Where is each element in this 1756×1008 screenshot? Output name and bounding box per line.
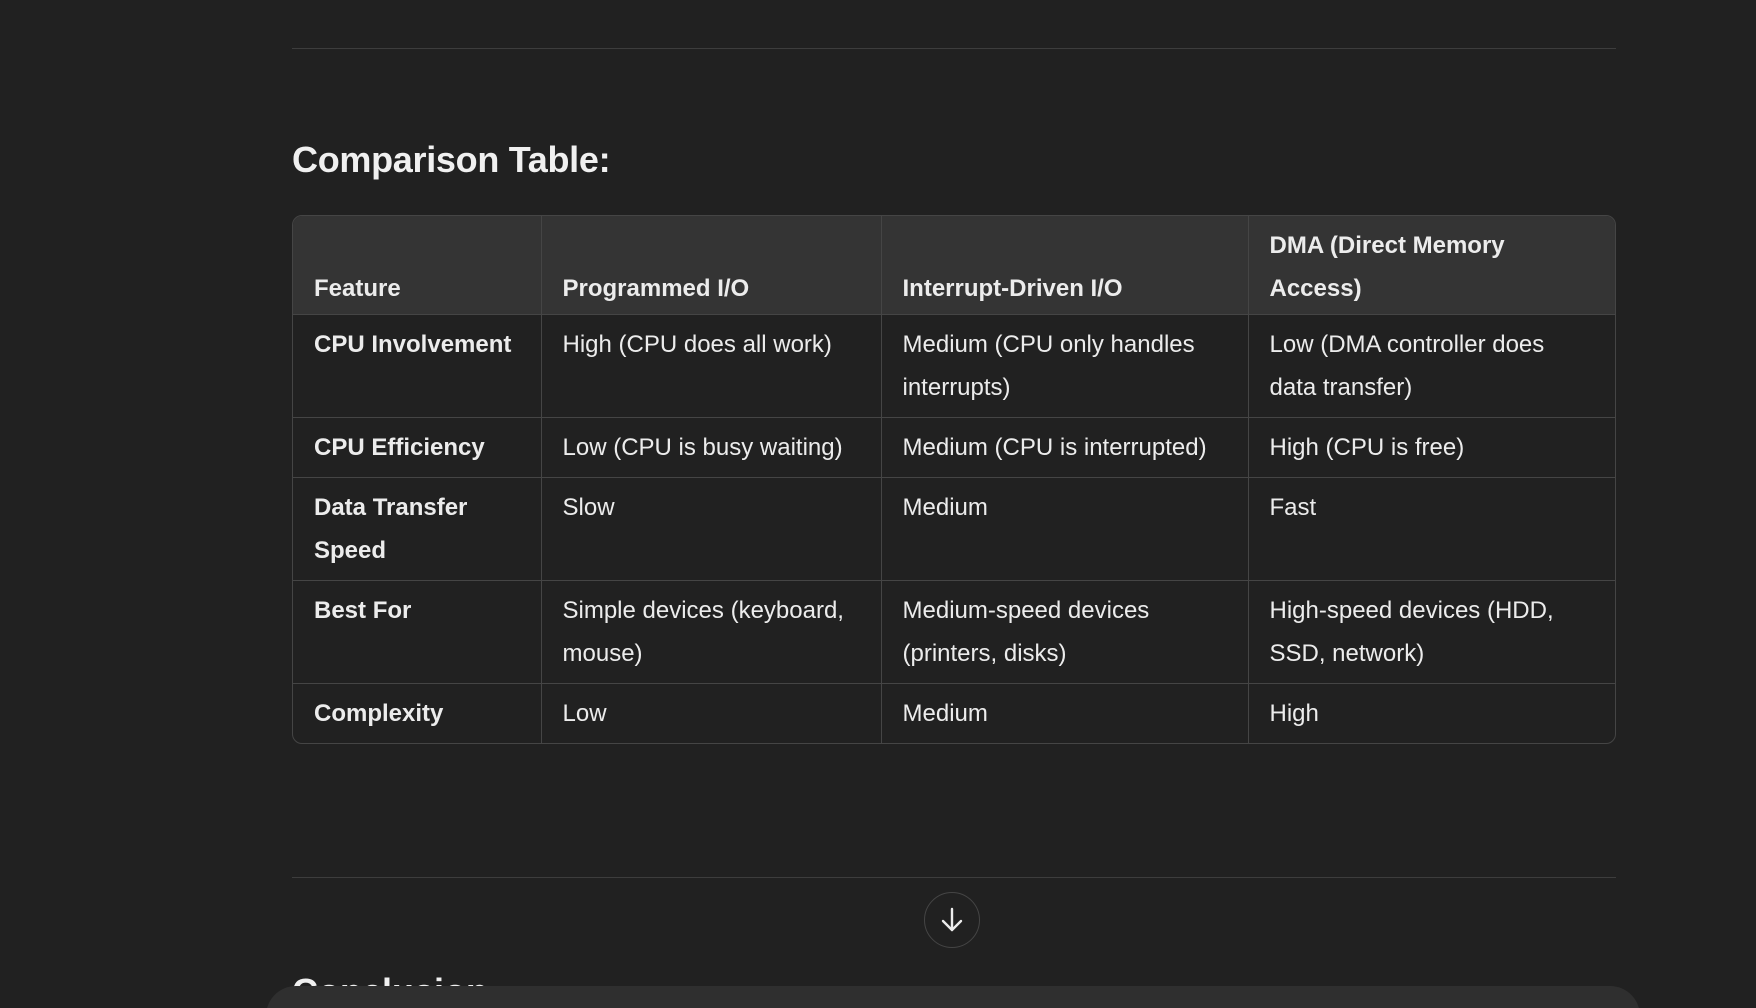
column-header-dma: DMA (Direct Memory Access) <box>1248 216 1615 315</box>
comparison-table-container: Feature Programmed I/O Interrupt-Driven … <box>292 215 1616 744</box>
table-cell: Low <box>541 683 882 743</box>
table-row: CPU Efficiency Low (CPU is busy waiting)… <box>293 417 1615 478</box>
table-cell-feature: Data Transfer Speed <box>293 477 542 581</box>
column-header-feature: Feature <box>293 216 542 315</box>
table-cell: Medium <box>881 477 1249 581</box>
table-cell-feature: CPU Efficiency <box>293 417 542 478</box>
table-row: Best For Simple devices (keyboard, mouse… <box>293 580 1615 684</box>
table-cell-feature: CPU Involvement <box>293 314 542 418</box>
chat-page: Comparison Table: Feature Programmed I/O… <box>0 0 1756 1008</box>
comparison-table: Feature Programmed I/O Interrupt-Driven … <box>293 216 1615 743</box>
table-cell: Slow <box>541 477 882 581</box>
table-cell: Low (CPU is busy waiting) <box>541 417 882 478</box>
table-cell: Medium-speed devices (printers, disks) <box>881 580 1249 684</box>
table-cell: High (CPU is free) <box>1248 417 1615 478</box>
table-cell: Low (DMA controller does data transfer) <box>1248 314 1615 418</box>
table-cell: Fast <box>1248 477 1615 581</box>
table-row: Data Transfer Speed Slow Medium Fast <box>293 477 1615 581</box>
message-composer[interactable] <box>266 986 1640 1008</box>
section-divider <box>292 48 1616 49</box>
table-cell: High (CPU does all work) <box>541 314 882 418</box>
table-cell-feature: Best For <box>293 580 542 684</box>
section-divider <box>292 877 1616 878</box>
table-header-row: Feature Programmed I/O Interrupt-Driven … <box>293 216 1615 315</box>
table-row: Complexity Low Medium High <box>293 683 1615 743</box>
table-cell: High <box>1269 700 1319 727</box>
table-cell-feature: Complexity <box>293 683 542 743</box>
section-heading: Comparison Table: <box>292 139 611 180</box>
table-cell: Simple devices (keyboard, mouse) <box>541 580 882 684</box>
table-cell: Medium <box>881 683 1249 743</box>
column-header-interrupt-driven-io: Interrupt-Driven I/O <box>881 216 1249 315</box>
table-row: CPU Involvement High (CPU does all work)… <box>293 314 1615 418</box>
table-cell: Medium (CPU only handles interrupts) <box>881 314 1249 418</box>
table-cell: High-speed devices (HDD, SSD, network) <box>1248 580 1615 684</box>
table-cell: Medium (CPU is interrupted) <box>881 417 1249 478</box>
arrow-down-icon <box>939 906 965 934</box>
column-header-programmed-io: Programmed I/O <box>541 216 882 315</box>
scroll-to-bottom-button[interactable] <box>924 892 980 948</box>
